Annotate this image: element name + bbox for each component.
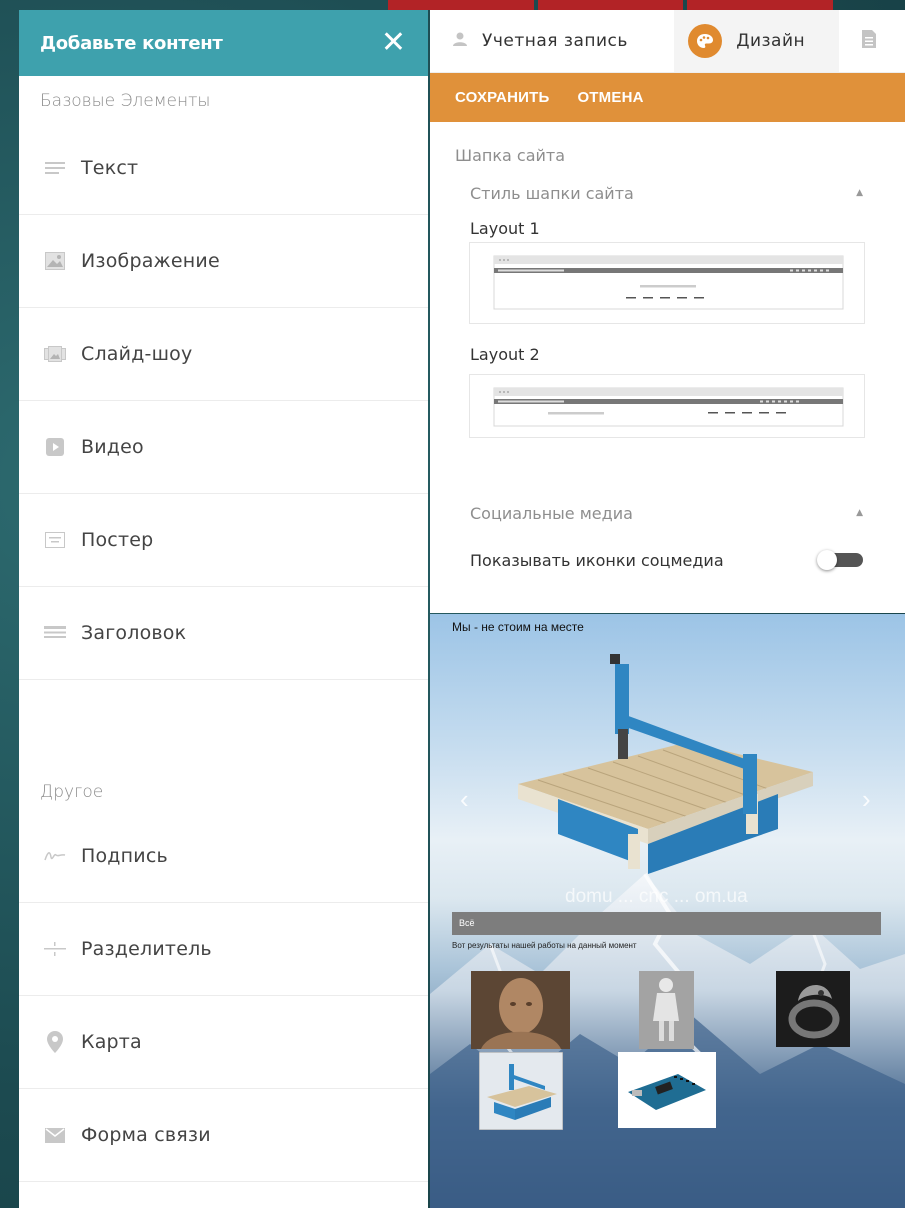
- chevron-up-icon: ▲: [856, 188, 863, 198]
- menu-item-label: Форма связи: [81, 1124, 211, 1146]
- tab-design[interactable]: Дизайн: [674, 10, 839, 72]
- document-icon: [861, 29, 877, 53]
- menu-item-label: Карта: [81, 1031, 142, 1053]
- divider-icon: [44, 938, 66, 960]
- social-toggle-label: Показывать иконки соцмедиа: [470, 550, 724, 570]
- menu-item-poster[interactable]: Постер: [19, 494, 428, 587]
- layout1-preview: [493, 255, 844, 310]
- gallery-thumb-cnc[interactable]: [479, 1052, 563, 1130]
- close-icon[interactable]: ✕: [381, 28, 406, 58]
- heading-icon: [44, 622, 66, 644]
- menu-item-map[interactable]: Карта: [19, 996, 428, 1089]
- settings-tabs: Учетная запись Дизайн: [430, 10, 905, 73]
- site-header-section-title: Шапка сайта: [455, 146, 566, 165]
- settings-panel: Учетная запись Дизайн СОХРАНИТЬ ОТМЕНА Ш…: [430, 10, 905, 613]
- preview-title: Мы - не стоим на месте: [452, 620, 584, 634]
- cancel-button[interactable]: ОТМЕНА: [577, 89, 643, 106]
- other-heading: Другое: [40, 782, 104, 802]
- menu-item-divider[interactable]: Разделитель: [19, 903, 428, 996]
- cnc-machine-image: [518, 654, 813, 874]
- menu-item-label: Заголовок: [81, 622, 187, 644]
- menu-item-label: Текст: [81, 157, 139, 179]
- slider-prev-icon[interactable]: ‹: [460, 784, 469, 815]
- panel-title: Добавьте контент: [40, 32, 223, 54]
- text-lines-icon: [44, 157, 66, 179]
- gallery-thumb-figurine[interactable]: [639, 971, 694, 1049]
- layout2-option[interactable]: [469, 374, 865, 438]
- menu-item-label: Видео: [81, 436, 144, 458]
- menu-item-label: Слайд-шоу: [81, 343, 193, 365]
- slider-next-icon[interactable]: ›: [862, 784, 871, 815]
- menu-item-heading[interactable]: Заголовок: [19, 587, 428, 680]
- save-button[interactable]: СОХРАНИТЬ: [455, 89, 549, 106]
- accordion-title: Социальные медиа: [470, 503, 633, 523]
- gallery-filter-bar[interactable]: Всё: [452, 912, 881, 935]
- gallery-subtitle: Вот результаты нашей работы на данный мо…: [452, 941, 637, 950]
- gallery-thumb-ring[interactable]: [776, 971, 850, 1047]
- watermark-text: domu ... cnc ... om.ua: [565, 886, 748, 907]
- layout1-label: Layout 1: [470, 219, 540, 238]
- slideshow-icon: [44, 343, 66, 365]
- poster-icon: [44, 529, 66, 551]
- chevron-up-icon: ▲: [856, 508, 863, 518]
- social-icons-row: Показывать иконки соцмедиа: [430, 534, 905, 586]
- tab-label: Дизайн: [736, 31, 806, 51]
- menu-item-label: Разделитель: [81, 938, 212, 960]
- social-icons-toggle[interactable]: [817, 550, 865, 570]
- gallery-thumb-bust[interactable]: [471, 971, 570, 1049]
- accordion-title: Стиль шапки сайта: [470, 183, 634, 203]
- gallery-thumb-arduino[interactable]: [618, 1052, 716, 1128]
- top-toolbar-strip: [388, 0, 834, 10]
- layout2-preview: [493, 387, 844, 427]
- menu-item-contact-form[interactable]: Форма связи: [19, 1089, 428, 1182]
- site-preview: Мы - не стоим на месте ‹ › domu ... cnc …: [430, 614, 905, 1208]
- add-content-header: Добавьте контент ✕: [19, 10, 428, 76]
- menu-item-label: Подпись: [81, 845, 168, 867]
- filter-label: Всё: [459, 918, 475, 928]
- add-content-panel: Добавьте контент ✕ Базовые Элементы Текс…: [19, 10, 428, 1208]
- tab-account[interactable]: Учетная запись: [430, 10, 674, 72]
- menu-item-signature[interactable]: Подпись: [19, 810, 428, 903]
- palette-icon: [688, 24, 723, 58]
- layout1-option[interactable]: [469, 242, 865, 324]
- social-media-accordion[interactable]: Социальные медиа ▲: [430, 492, 905, 534]
- menu-item-video[interactable]: Видео: [19, 401, 428, 494]
- map-pin-icon: [44, 1031, 66, 1053]
- tab-pages[interactable]: [839, 10, 905, 72]
- image-icon: [44, 250, 66, 272]
- menu-item-label: Изображение: [81, 250, 220, 272]
- tab-label: Учетная запись: [482, 31, 628, 51]
- header-style-accordion[interactable]: Стиль шапки сайта ▲: [430, 180, 905, 206]
- layout2-label: Layout 2: [470, 345, 540, 364]
- menu-item-image[interactable]: Изображение: [19, 215, 428, 308]
- user-icon: [452, 31, 468, 51]
- menu-item-text[interactable]: Текст: [19, 122, 428, 215]
- video-icon: [44, 436, 66, 458]
- signature-icon: [44, 845, 66, 867]
- menu-item-slideshow[interactable]: Слайд-шоу: [19, 308, 428, 401]
- mail-icon: [44, 1124, 66, 1146]
- basic-elements-heading: Базовые Элементы: [40, 91, 211, 111]
- action-bar: СОХРАНИТЬ ОТМЕНА: [430, 73, 905, 122]
- menu-item-label: Постер: [81, 529, 154, 551]
